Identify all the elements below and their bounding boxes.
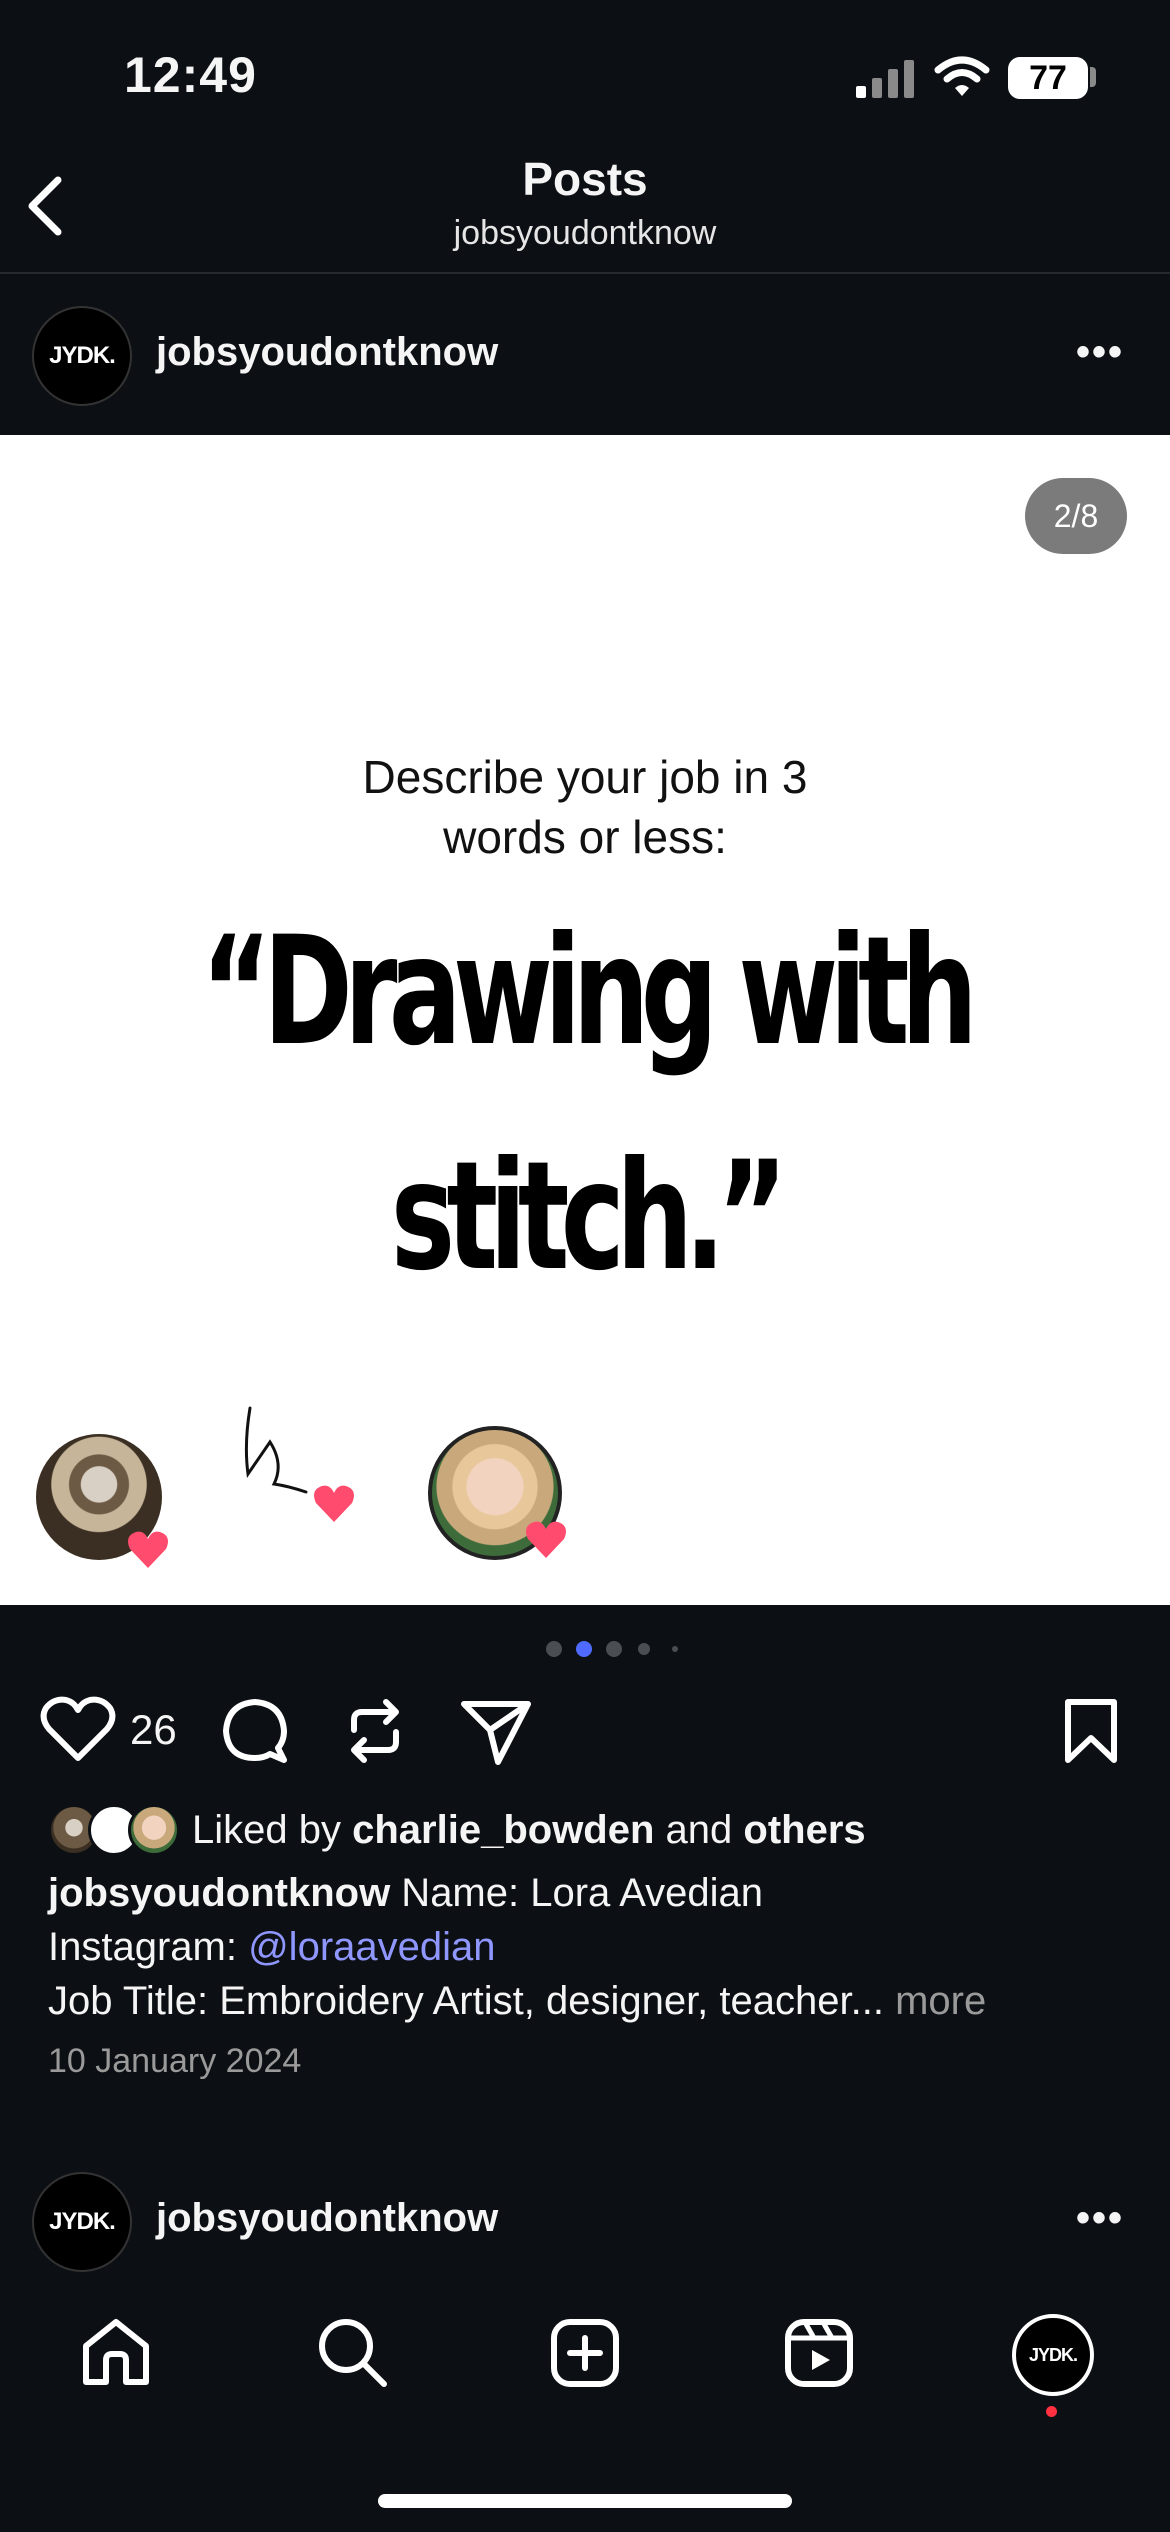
battery-indicator: 77 bbox=[1008, 57, 1088, 99]
wifi-icon bbox=[934, 56, 990, 96]
liked-by-user-link[interactable]: charlie_bowden bbox=[352, 1808, 654, 1852]
profile-tab-avatar[interactable]: JYDK. bbox=[1012, 2314, 1094, 2396]
quote-line-2: stitch.” bbox=[390, 1130, 788, 1304]
caption-line-1: jobsyoudontknow Name: Lora Avedian bbox=[48, 1866, 763, 1920]
carousel-dot bbox=[638, 1643, 650, 1655]
prompt-line-1: Describe your job in 3 bbox=[362, 751, 808, 803]
liked-by-others-link[interactable]: others bbox=[743, 1808, 865, 1852]
header-divider bbox=[0, 272, 1170, 274]
home-indicator[interactable] bbox=[378, 2494, 792, 2508]
reels-icon[interactable] bbox=[784, 2318, 854, 2388]
caption-line-3: Job Title: Embroidery Artist, designer, … bbox=[48, 1974, 986, 2028]
page-title: Posts bbox=[522, 153, 648, 205]
status-time: 12:49 bbox=[124, 47, 257, 103]
prompt-line-2: words or less: bbox=[443, 811, 727, 863]
caption-text-1: Name: Lora Avedian bbox=[390, 1871, 764, 1915]
caption-label-instagram: Instagram: bbox=[48, 1925, 249, 1969]
quote-line-1: “Drawing with bbox=[200, 905, 978, 1079]
carousel-dot bbox=[606, 1641, 622, 1657]
liked-by-prefix: Liked by bbox=[192, 1808, 353, 1852]
comment-bubble-icon[interactable] bbox=[220, 1696, 290, 1766]
caption-mention-link[interactable]: @loraavedian bbox=[248, 1925, 495, 1969]
search-icon[interactable] bbox=[316, 2316, 388, 2388]
liked-by-text: Liked by charlie_bowden and others bbox=[192, 1808, 866, 1853]
carousel-dot bbox=[672, 1646, 678, 1652]
next-post-username[interactable]: jobsyoudontknow bbox=[156, 2196, 498, 2241]
caption-username[interactable]: jobsyoudontknow bbox=[48, 1871, 390, 1915]
caption-line-2: Instagram: @loraavedian bbox=[48, 1920, 496, 1974]
page-subtitle: jobsyoudontknow bbox=[453, 214, 717, 252]
carousel-dot-active bbox=[576, 1641, 592, 1657]
battery-tip bbox=[1090, 67, 1096, 87]
carousel-dot bbox=[546, 1641, 562, 1657]
repost-icon[interactable] bbox=[344, 1694, 406, 1768]
post-prompt: Describe your job in 3 words or less: bbox=[0, 747, 1170, 867]
cellular-signal-icon bbox=[856, 60, 914, 98]
post-date: 10 January 2024 bbox=[48, 2042, 302, 2080]
post-options-button[interactable]: ••• bbox=[1076, 330, 1124, 375]
home-icon[interactable] bbox=[80, 2316, 152, 2388]
post-author-username[interactable]: jobsyoudontknow bbox=[156, 330, 498, 375]
post-author-avatar[interactable]: JYDK. bbox=[32, 306, 132, 406]
post-quote: “Drawing with stitch.” bbox=[164, 880, 1006, 1330]
heart-sticker-icon bbox=[128, 1531, 168, 1568]
profile-notification-dot bbox=[1046, 2406, 1057, 2417]
heart-sticker-icon bbox=[526, 1521, 566, 1558]
caption-text-3: Job Title: Embroidery Artist, designer, … bbox=[48, 1979, 884, 2023]
stitch-doodle-icon bbox=[244, 1406, 308, 1494]
caption-more-button[interactable]: more bbox=[884, 1979, 986, 2023]
next-post-avatar[interactable]: JYDK. bbox=[32, 2172, 132, 2272]
share-send-icon[interactable] bbox=[460, 1698, 532, 1766]
like-count[interactable]: 26 bbox=[130, 1706, 177, 1754]
like-heart-icon[interactable] bbox=[40, 1696, 116, 1764]
save-bookmark-icon[interactable] bbox=[1062, 1696, 1120, 1766]
next-post-options-button[interactable]: ••• bbox=[1076, 2196, 1124, 2241]
liked-by-and: and bbox=[654, 1808, 744, 1852]
create-post-icon[interactable] bbox=[550, 2318, 620, 2388]
heart-sticker-icon bbox=[314, 1485, 354, 1522]
liker-avatar bbox=[128, 1804, 180, 1856]
slide-counter: 2/8 bbox=[1025, 478, 1127, 554]
